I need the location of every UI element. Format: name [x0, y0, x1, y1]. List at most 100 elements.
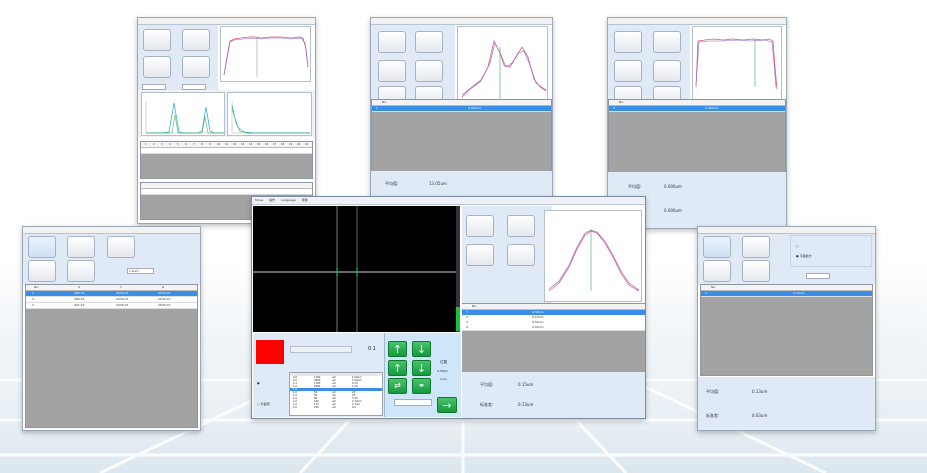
- plateau-curve: [695, 38, 778, 90]
- button-2[interactable]: [415, 31, 443, 53]
- button-4[interactable]: [742, 260, 770, 282]
- step-input[interactable]: [394, 399, 432, 406]
- status-input[interactable]: [290, 346, 352, 353]
- level-indicator: [456, 307, 460, 331]
- std-value: 0.13um: [518, 402, 534, 407]
- button-1[interactable]: [143, 29, 171, 51]
- button-3[interactable]: [614, 60, 642, 82]
- menu-item-language[interactable]: Language: [281, 198, 296, 202]
- radio-mode-2[interactable]: ● 平面模式: [796, 254, 812, 258]
- table-row[interactable]: [141, 189, 312, 195]
- button-4[interactable]: [182, 56, 210, 78]
- radio-outer[interactable]: ○ 外面测: [257, 402, 270, 406]
- arrow-up-button[interactable]: ↑: [388, 341, 407, 357]
- stats-panel: [698, 377, 875, 430]
- mode-group: [790, 235, 872, 267]
- table-row[interactable]: 1 2.12um: [701, 291, 872, 297]
- std-value: 0.03um: [752, 413, 768, 418]
- second-value: 0.000um: [664, 208, 682, 213]
- window-mode: ○ ● 平面模式 No. 1 2.12um 平均值: 0.13um 标准差: 0.…: [697, 226, 876, 431]
- z-value: 0.1: [368, 346, 376, 352]
- value-input[interactable]: 1.0um: [127, 268, 154, 274]
- arrow-down-button-2[interactable]: ↓: [412, 360, 431, 376]
- gaussian-curve: [548, 229, 640, 292]
- table-row[interactable]: 2.0 250 um 0.2: [290, 406, 382, 409]
- table-row[interactable]: 1 0.000um: [372, 106, 551, 112]
- signal-curve-right: [231, 101, 310, 134]
- button-2[interactable]: [67, 236, 95, 258]
- button-2[interactable]: [653, 31, 681, 53]
- peak-curve: [461, 39, 547, 99]
- tab-bar: [138, 18, 315, 25]
- refresh-button[interactable]: ⇄: [388, 378, 407, 394]
- data-grid-top: 1 2 3 4 5 6 7 8 9 10 11 12 13 14 15 16 17 18 19 20 21: [140, 141, 313, 179]
- step-unit: 1um: [440, 377, 447, 381]
- signal-plot-right: [227, 92, 312, 136]
- arrow-refresh-icon: ⇄: [394, 381, 401, 390]
- button-2[interactable]: [742, 236, 770, 258]
- menu-item-operate[interactable]: 操作: [269, 198, 275, 202]
- mean-label: 平均值:: [385, 181, 399, 186]
- button-4[interactable]: [653, 60, 681, 82]
- profile-curve: [223, 36, 309, 77]
- tab-bar: [371, 18, 552, 25]
- std-label: 标准差:: [706, 413, 720, 418]
- arrow-up-button-2[interactable]: ↑: [388, 360, 407, 376]
- menu-bar: Show 操作 Language 帮助: [252, 197, 645, 205]
- button-1[interactable]: [614, 31, 642, 53]
- arrow-right-icon: →: [442, 398, 452, 412]
- button-3[interactable]: [143, 56, 171, 78]
- signal-plot-left: [141, 92, 225, 136]
- button-3[interactable]: [466, 244, 494, 266]
- button-2[interactable]: [507, 215, 535, 237]
- camera-view: [253, 206, 456, 332]
- window-peak: No. 1 0.000um 平均值: 13.05um: [370, 17, 553, 197]
- radio-mode-1[interactable]: ○: [796, 244, 799, 248]
- mean-label: 平均值:: [628, 184, 642, 189]
- coordinate-grid: No. X Y Z 1 380.72 2030.07 2030.07 2 380.95 2030…: [25, 284, 198, 428]
- button-3[interactable]: [703, 260, 731, 282]
- table-row[interactable]: 1 2.000um: [609, 106, 785, 112]
- value-input[interactable]: [806, 273, 830, 279]
- radio-inner[interactable]: ●: [257, 381, 260, 385]
- button-3[interactable]: [107, 236, 135, 258]
- mean-value: 0.000um: [664, 184, 682, 189]
- arrow-up-icon: ↑: [392, 342, 403, 356]
- button-5[interactable]: [67, 260, 95, 282]
- arrow-down-button[interactable]: ↓: [412, 341, 431, 357]
- arrow-down-icon: ↓: [416, 361, 427, 375]
- signal-curve-left: [145, 101, 224, 134]
- arrow-down-icon: ↓: [416, 342, 427, 356]
- profile-plot: [692, 26, 782, 106]
- window-step-height: 1 2 3 4 5 6 7 8 9 10 11 12 13 14 15 16 17 18 19 20 21: [137, 17, 316, 224]
- button-2[interactable]: [182, 29, 210, 51]
- table-row[interactable]: [141, 148, 312, 154]
- position-value: 4.5000: [437, 369, 448, 373]
- mean-value: 13.05um: [429, 181, 447, 186]
- button-1[interactable]: [703, 236, 731, 258]
- button-4[interactable]: [507, 244, 535, 266]
- data-grid: No. 1 2.12um: [700, 284, 873, 376]
- mean-value: 0.13um: [752, 389, 768, 394]
- arrow-right-button[interactable]: →: [437, 397, 457, 413]
- link-button[interactable]: ⚭: [412, 378, 431, 394]
- button-1[interactable]: [378, 31, 406, 53]
- menu-item-show[interactable]: Show: [255, 198, 263, 202]
- mean-label: 平均值:: [706, 389, 720, 394]
- position-label: 位置: [440, 360, 447, 364]
- table-row[interactable]: 4 0.00um: [462, 325, 645, 331]
- button-1[interactable]: [466, 215, 494, 237]
- right-grid: No. 1 0.39um 2 9.19um 3 0.00um 4 0.00um: [462, 303, 645, 372]
- profile-plot: [457, 26, 548, 106]
- std-label: 标准差:: [480, 402, 494, 407]
- main-window: Show 操作 Language 帮助 0.1 ● ○ 外面测 0.0 1760 u…: [251, 196, 646, 419]
- button-1[interactable]: [28, 236, 56, 258]
- table-row[interactable]: 3 421.22 2030.07 2030.07: [26, 303, 197, 309]
- window-coordinates: 1.0um No. X Y Z 1 380.72 2030.07 2030.07 2 380.…: [22, 226, 201, 431]
- tab-bar: [608, 18, 786, 25]
- button-4[interactable]: [28, 260, 56, 282]
- button-4[interactable]: [415, 60, 443, 82]
- crosshair: [253, 206, 456, 332]
- menu-item-help[interactable]: 帮助: [302, 198, 308, 202]
- button-3[interactable]: [378, 60, 406, 82]
